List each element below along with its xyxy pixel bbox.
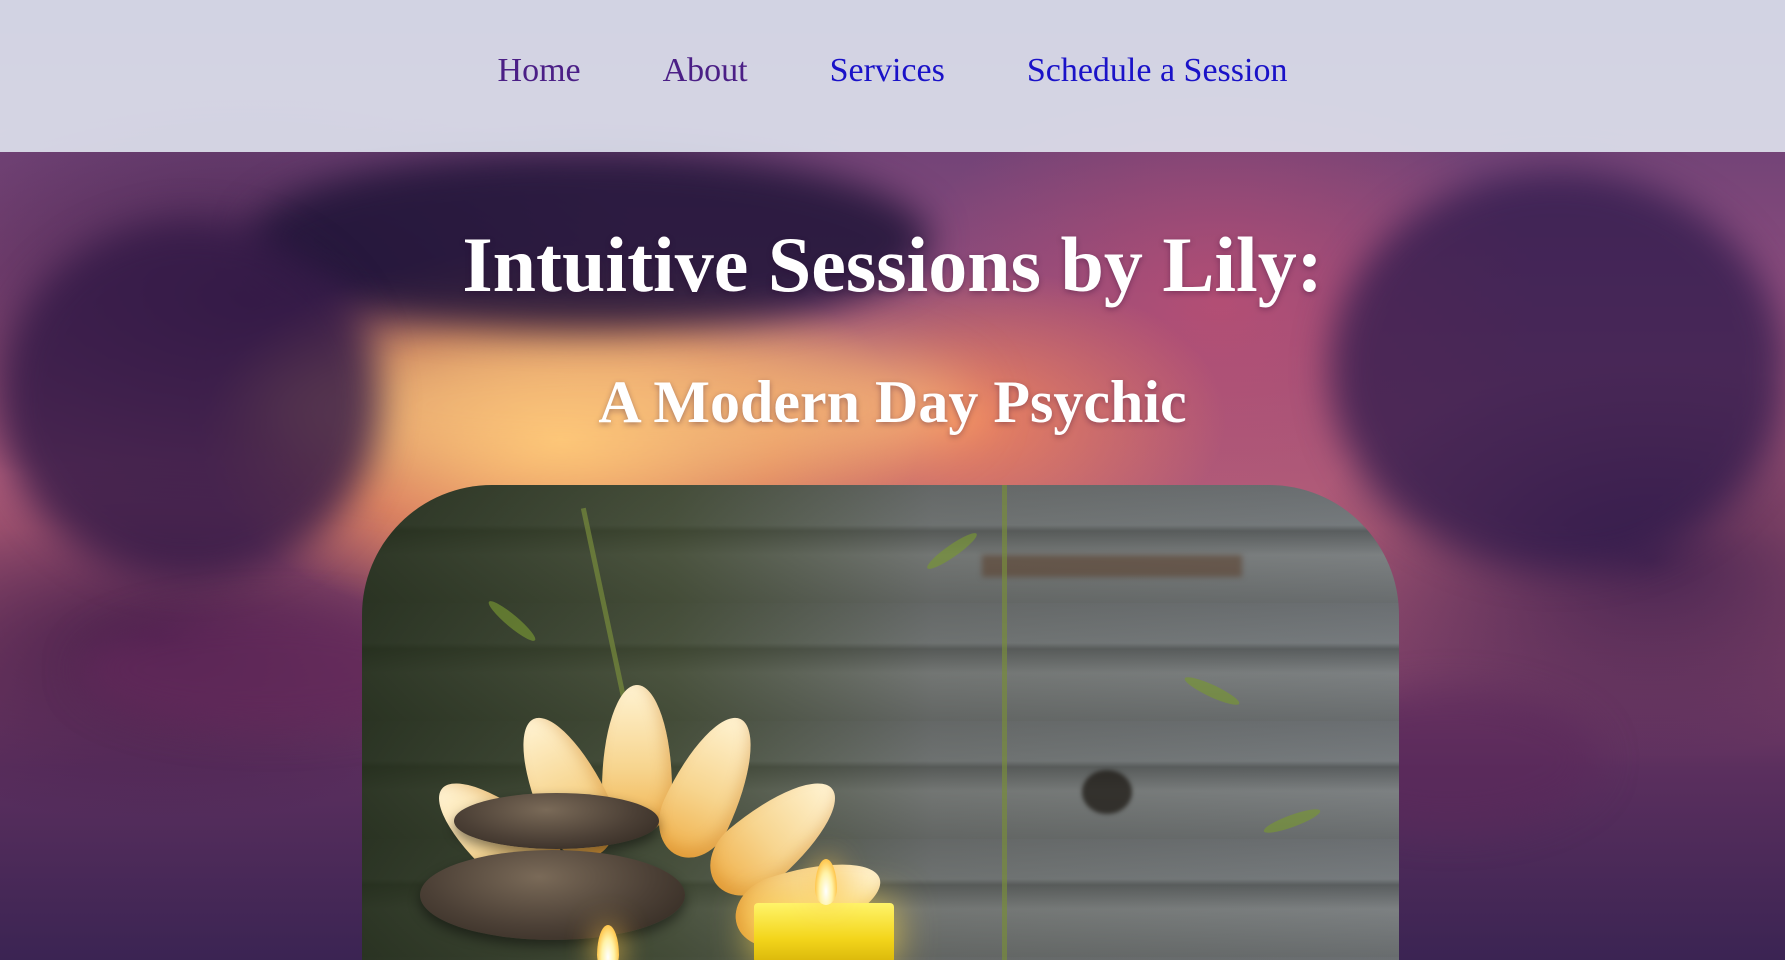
- page: Home About Services Schedule a Session I…: [0, 0, 1785, 960]
- bamboo-leaf: [923, 528, 981, 574]
- bamboo-leaf: [1261, 805, 1323, 837]
- hero-title: Intuitive Sessions by Lily:: [462, 221, 1323, 308]
- nav-link-schedule-session[interactable]: Schedule a Session: [1027, 52, 1288, 90]
- nav-list: Home About Services Schedule a Session: [457, 52, 1329, 90]
- wood-knot: [1082, 770, 1132, 814]
- hero-image-zen-candles: [362, 485, 1399, 960]
- nav-link-about[interactable]: About: [663, 52, 748, 90]
- stacked-stone-top: [454, 793, 659, 849]
- yellow-candle: [754, 903, 894, 960]
- stacked-stone-bottom: [420, 850, 685, 940]
- bamboo-leaf: [1182, 672, 1242, 710]
- top-navigation: Home About Services Schedule a Session: [0, 0, 1785, 152]
- nav-link-home[interactable]: Home: [498, 52, 581, 90]
- wood-plank-shadow: [982, 555, 1242, 577]
- bamboo-leaf: [485, 597, 539, 645]
- nav-link-services[interactable]: Services: [830, 52, 945, 90]
- hero-subtitle: A Modern Day Psychic: [598, 369, 1187, 435]
- bamboo-stem: [1002, 485, 1007, 960]
